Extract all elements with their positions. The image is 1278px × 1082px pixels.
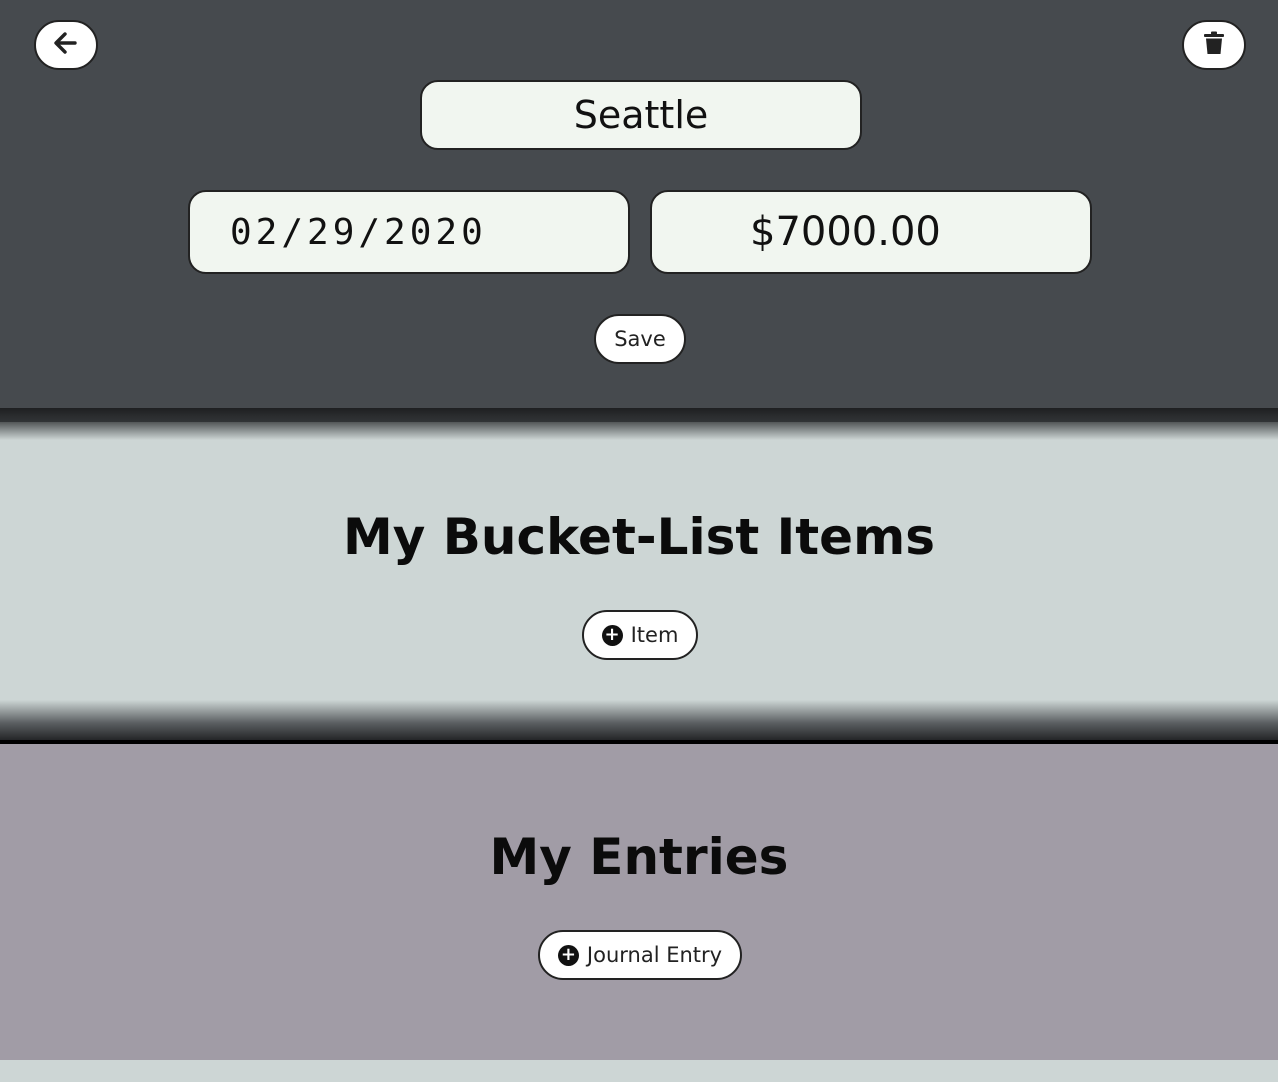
trip-name-field[interactable] [420, 80, 862, 150]
footer-strip [0, 1060, 1278, 1082]
section-divider [0, 740, 1278, 744]
bucket-list-section [0, 422, 1278, 722]
header-shadow [0, 408, 1278, 440]
trip-cost-input[interactable] [652, 192, 1090, 272]
trip-name-input[interactable] [422, 82, 860, 148]
trash-icon [1203, 31, 1225, 59]
add-journal-entry-button[interactable]: + Journal Entry [538, 930, 742, 980]
arrow-left-icon [54, 32, 78, 58]
entries-title: My Entries [489, 828, 789, 886]
save-button[interactable]: Save [594, 314, 686, 364]
plus-circle-icon: + [601, 624, 623, 646]
trip-date-input[interactable] [190, 192, 628, 272]
add-item-label: Item [630, 623, 679, 647]
delete-trip-button[interactable] [1182, 20, 1246, 70]
trip-cost-field[interactable] [650, 190, 1092, 274]
trip-date-field[interactable] [188, 190, 630, 274]
bucket-list-shadow [0, 700, 1278, 742]
plus-circle-icon: + [557, 944, 579, 966]
bucket-list-title: My Bucket-List Items [343, 508, 935, 566]
back-button[interactable] [34, 20, 98, 70]
add-item-button[interactable]: + Item [582, 610, 698, 660]
add-journal-entry-label: Journal Entry [586, 943, 723, 967]
entries-section [0, 744, 1278, 1060]
